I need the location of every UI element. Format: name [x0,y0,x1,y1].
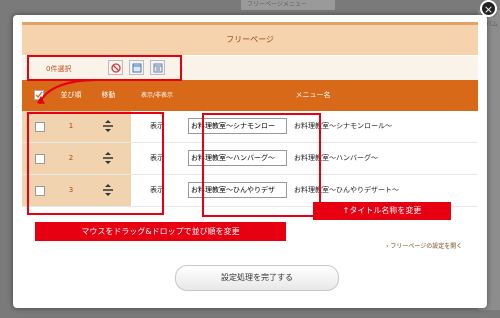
complete-settings-button[interactable]: 設定処理を完了する [175,265,339,291]
modal-title: フリーページ [22,22,478,55]
drag-area-highlight [27,112,164,215]
settings-link[interactable]: › フリーページの設定を開く [386,241,462,250]
modal-dialog: フリーページ 0件選択 並び順 移動 表示/非表示 メニュー名 1 表示 お料理… [13,15,487,308]
title-instruction-callout: ↑タイトル名称を変更 [313,202,451,220]
title-field-highlight [202,113,321,217]
header-move: 移動 [101,91,116,99]
close-icon[interactable]: × [480,0,497,17]
table-header: 並び順 移動 表示/非表示 メニュー名 [22,80,478,111]
header-display: 表示/非表示 [140,92,174,99]
drag-instruction-callout: マウスをドラッグ&ドロップで並び順を変更 [35,222,286,241]
background-tab: フリーページメニュー [241,0,335,10]
header-select-all[interactable] [22,80,56,111]
toolbar-highlight [27,55,182,81]
header-menu-name: メニュー名 [295,91,331,99]
header-order: 並び順 [60,91,82,99]
check-icon [34,90,44,100]
